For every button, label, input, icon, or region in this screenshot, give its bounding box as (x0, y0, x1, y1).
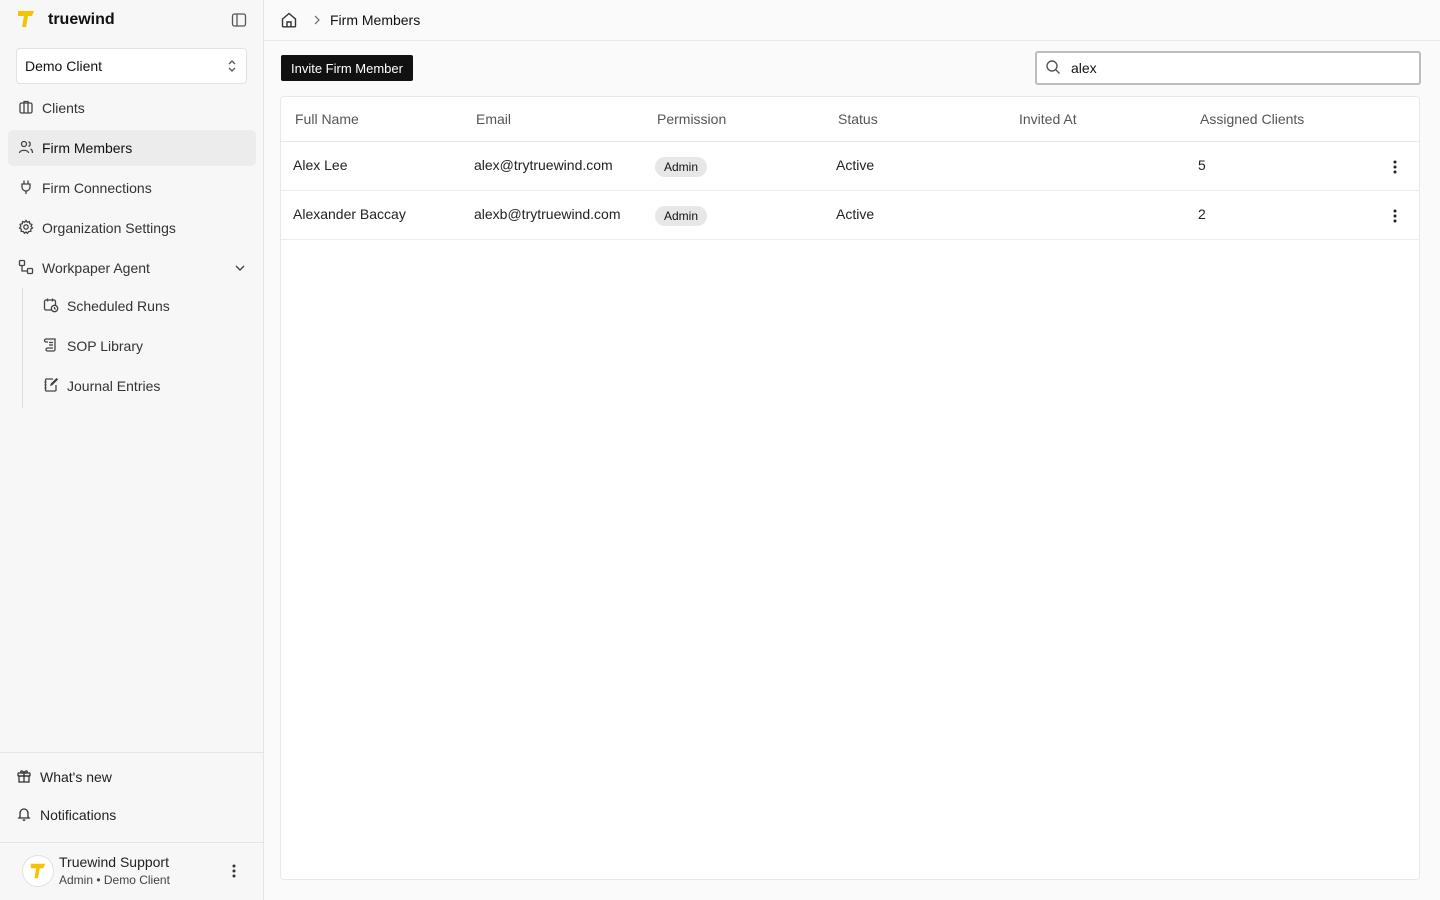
column-header-invited-at[interactable]: Invited At (1019, 111, 1077, 127)
workpaper-agent-subnav: Scheduled Runs SOP Library Journal Entri… (22, 288, 254, 408)
brand-name: truewind (48, 11, 115, 28)
chevrons-up-down-icon (226, 59, 238, 73)
search-icon (1045, 59, 1061, 78)
more-vertical-icon[interactable] (1385, 157, 1405, 177)
sidebar-item-clients[interactable]: Clients (8, 90, 256, 126)
calendar-clock-icon (43, 297, 59, 316)
permission-badge: Admin (655, 206, 708, 226)
sidebar-toggle-icon[interactable] (229, 10, 249, 30)
notifications-label: Notifications (40, 807, 117, 823)
notifications-link[interactable]: Notifications (16, 801, 116, 829)
cell-full-name: Alexander Baccay (293, 206, 406, 222)
sidebar-item-label: Scheduled Runs (67, 298, 170, 314)
cell-email: alexb@trytruewind.com (474, 206, 621, 222)
cell-full-name: Alex Lee (293, 157, 348, 173)
gear-icon (18, 218, 34, 238)
members-table: Full Name Email Permission Status Invite… (280, 96, 1420, 880)
plug-icon (18, 179, 34, 198)
sidebar-item-firm-connections[interactable]: Firm Connections (8, 170, 256, 206)
gift-icon (16, 768, 32, 787)
sidebar-item-label: Firm Members (42, 140, 133, 156)
table-row[interactable]: Alex Lee alex@trytruewind.com Admin Acti… (281, 142, 1419, 191)
sidebar-item-journal-entries[interactable]: Journal Entries (23, 368, 254, 404)
user-profile[interactable]: Truewind Support Admin • Demo Client (0, 842, 263, 900)
whats-new-link[interactable]: What's new (16, 763, 112, 791)
cell-email: alex@trytruewind.com (474, 157, 613, 173)
breadcrumb-current: Firm Members (330, 12, 421, 28)
workflow-icon (18, 259, 34, 278)
sidebar-footer: What's new Notifications (0, 752, 263, 823)
cell-status: Active (836, 157, 875, 173)
notebook-pen-icon (43, 377, 59, 396)
sidebar-item-workpaper-agent[interactable]: Workpaper Agent (8, 250, 256, 286)
home-icon[interactable] (280, 11, 298, 29)
column-header-email[interactable]: Email (476, 111, 511, 127)
sidebar-item-label: SOP Library (67, 338, 143, 354)
column-header-permission[interactable]: Permission (657, 111, 726, 127)
table-row[interactable]: Alexander Baccay alexb@trytruewind.com A… (281, 191, 1419, 240)
cell-assigned-clients: 2 (1198, 206, 1206, 222)
sidebar: truewind Demo Client Clients Firm Member… (0, 0, 264, 900)
client-select[interactable]: Demo Client (16, 48, 247, 84)
chevron-right-icon (311, 13, 323, 27)
column-header-full-name[interactable]: Full Name (295, 111, 359, 127)
sidebar-item-label: Journal Entries (67, 378, 161, 394)
cell-status: Active (836, 206, 875, 222)
whats-new-label: What's new (40, 769, 112, 785)
bell-icon (16, 806, 32, 825)
main-nav: Clients Firm Members Firm Connections Or… (8, 90, 256, 290)
sidebar-item-organization-settings[interactable]: Organization Settings (8, 210, 256, 246)
chevron-down-icon[interactable] (234, 262, 246, 274)
scroll-icon (43, 337, 59, 356)
brand[interactable]: truewind (16, 8, 115, 32)
avatar (22, 855, 54, 887)
truewind-logo-icon (16, 9, 36, 32)
users-icon (18, 139, 34, 158)
sidebar-item-label: Firm Connections (42, 180, 152, 196)
building-icon (18, 99, 34, 118)
search-box[interactable] (1035, 51, 1421, 85)
permission-badge: Admin (655, 157, 708, 177)
table-header: Full Name Email Permission Status Invite… (281, 97, 1419, 142)
column-header-status[interactable]: Status (838, 111, 878, 127)
client-select-value: Demo Client (25, 58, 103, 74)
sidebar-item-scheduled-runs[interactable]: Scheduled Runs (23, 288, 254, 324)
topbar: Firm Members (264, 0, 1440, 41)
sidebar-item-sop-library[interactable]: SOP Library (23, 328, 254, 364)
sidebar-item-label: Organization Settings (42, 220, 176, 236)
column-header-assigned-clients[interactable]: Assigned Clients (1200, 111, 1304, 127)
more-vertical-icon[interactable] (224, 861, 244, 881)
invite-firm-member-button[interactable]: Invite Firm Member (281, 55, 413, 81)
search-input[interactable] (1071, 60, 1391, 76)
sidebar-item-firm-members[interactable]: Firm Members (8, 130, 256, 166)
more-vertical-icon[interactable] (1385, 206, 1405, 226)
sidebar-item-label: Workpaper Agent (42, 260, 150, 276)
cell-assigned-clients: 5 (1198, 157, 1206, 173)
user-name: Truewind Support (59, 854, 169, 870)
sidebar-item-label: Clients (42, 100, 85, 116)
user-role: Admin • Demo Client (59, 873, 170, 887)
